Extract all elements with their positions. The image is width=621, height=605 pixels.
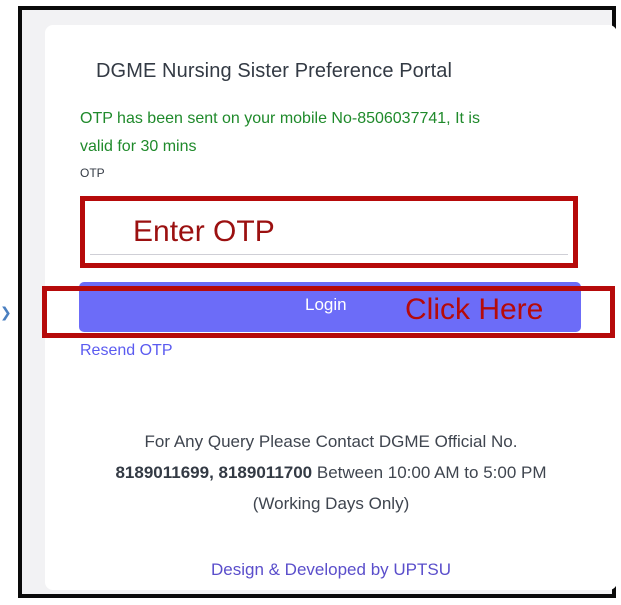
input-underline	[90, 254, 568, 255]
developer-credit-link[interactable]: Design & Developed by UPTSU	[45, 560, 617, 580]
contact-numbers-line: 8189011699, 8189011700 Between 10:00 AM …	[45, 457, 617, 488]
contact-hours: Between 10:00 AM to 5:00 PM	[312, 463, 547, 482]
contact-line: For Any Query Please Contact DGME Offici…	[144, 432, 518, 451]
otp-field-label: OTP	[80, 166, 105, 180]
otp-sent-message: OTP has been sent on your mobile No-8506…	[80, 110, 480, 155]
contact-note: (Working Days Only)	[252, 494, 410, 513]
resend-otp-link[interactable]: Resend OTP	[80, 342, 172, 360]
contact-numbers: 8189011699, 8189011700	[115, 463, 313, 482]
chevron-right-icon: ❯	[0, 304, 12, 320]
otp-highlight-box	[80, 196, 578, 268]
login-highlight-box	[42, 286, 615, 338]
page-title: DGME Nursing Sister Preference Portal	[96, 60, 453, 82]
contact-info: For Any Query Please Contact DGME Offici…	[45, 426, 617, 519]
